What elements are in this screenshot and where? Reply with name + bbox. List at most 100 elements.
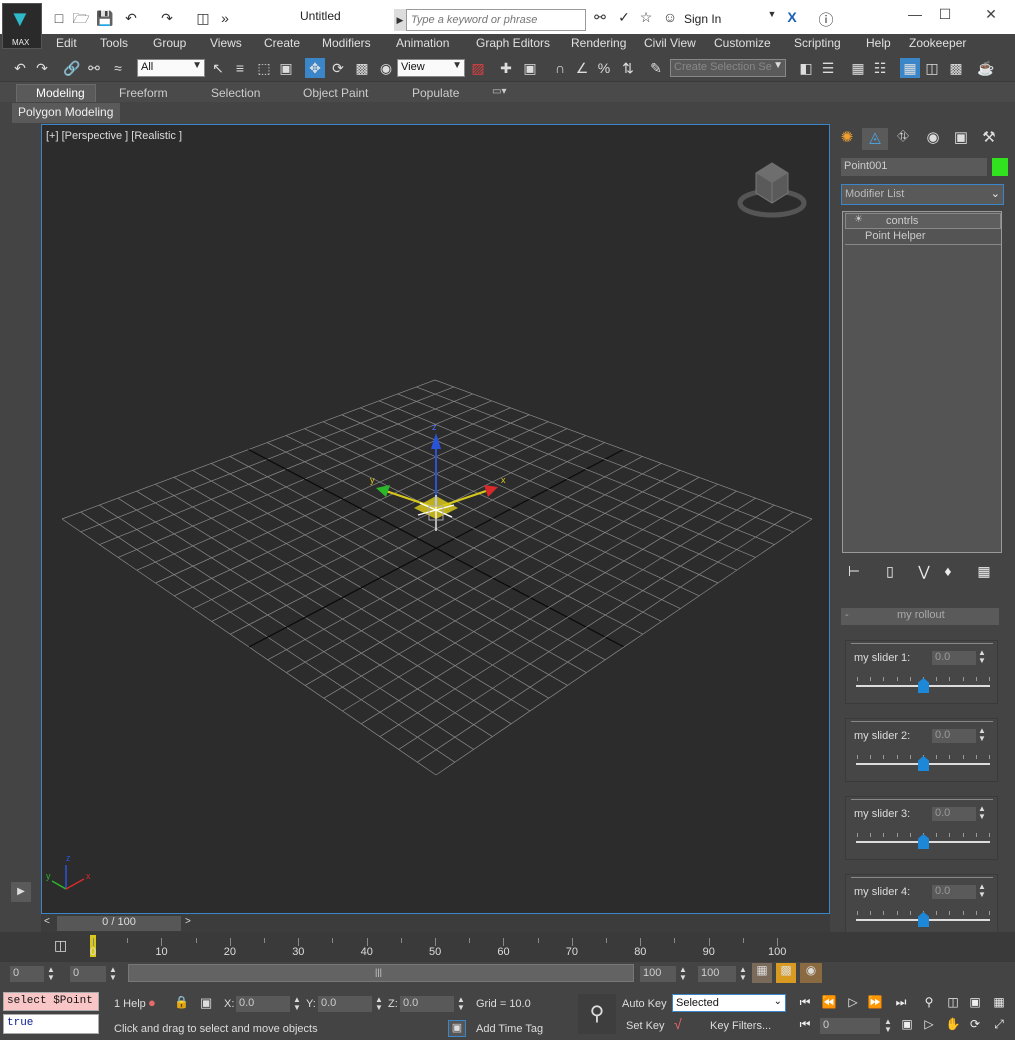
save-file-icon[interactable]: 💾 [96, 9, 114, 27]
spinner-arrows-icon[interactable]: ▲ ▼ [47, 966, 55, 982]
spinner-arrows-icon[interactable]: ▲ ▼ [978, 805, 986, 821]
key-mode-dropdown[interactable]: Selected ⌄ [672, 994, 786, 1012]
more-icon[interactable]: » [216, 9, 234, 27]
select-by-name-icon[interactable]: ≡ [230, 58, 250, 78]
schematic-view-icon[interactable]: ◫ [922, 58, 942, 78]
curve-editor-icon[interactable]: ▦ [900, 58, 920, 78]
help-icon[interactable]: ⓘ [816, 9, 836, 30]
current-frame-field[interactable]: 0 [820, 1018, 880, 1034]
project-folder-icon[interactable]: ◫ [194, 9, 212, 27]
polygon-modeling-panel[interactable]: Polygon Modeling [12, 103, 120, 123]
spinner-arrows-icon[interactable]: ▲ ▼ [978, 727, 986, 743]
new-scene-icon[interactable]: □ [50, 9, 68, 27]
object-color-swatch[interactable] [992, 158, 1008, 176]
selection-lock-icon[interactable]: 🔒 [174, 995, 189, 1009]
tab-object-paint[interactable]: Object Paint [303, 86, 368, 100]
spinner-arrows-icon[interactable]: ▲ ▼ [679, 966, 687, 982]
keyboard-shortcut-icon[interactable]: ▣ [520, 58, 540, 78]
align-icon[interactable]: ☰ [818, 58, 838, 78]
search-expand-icon[interactable]: ▶ [394, 9, 406, 31]
redo-icon[interactable]: ↷ [32, 58, 52, 78]
move-gizmo[interactable]: z y x [362, 405, 512, 555]
slider-thumb[interactable] [918, 912, 929, 927]
menu-graph-editors[interactable]: Graph Editors [476, 36, 550, 50]
maximize-button[interactable]: ☐ [930, 6, 960, 23]
key-mode-toggle-icon[interactable]: ⏮ [796, 1017, 814, 1032]
app-logo-button[interactable]: ▼ MAX [2, 3, 42, 49]
frame-field-start[interactable]: 0 [10, 966, 44, 982]
make-unique-icon[interactable]: ⋁ [914, 563, 934, 580]
play-icon[interactable]: ▷ [844, 995, 862, 1009]
placement-icon[interactable]: ◉ [376, 58, 396, 78]
undo-icon[interactable]: ↶ [10, 58, 30, 78]
populate-icon[interactable]: ◉ [800, 963, 822, 983]
x-coordinate-field[interactable]: 0.0 [236, 996, 290, 1012]
utilities-panel-icon[interactable]: ⚒ [976, 128, 1002, 150]
prev-key-icon[interactable]: ⏪ [820, 995, 838, 1009]
menu-civil-view[interactable]: Civil View [644, 36, 696, 50]
tab-modeling[interactable]: Modeling [36, 86, 85, 100]
pin-stack-icon[interactable]: ⊢ [844, 563, 864, 580]
time-configuration-icon[interactable]: ▣ [898, 1017, 916, 1031]
scene-explorer-icon[interactable]: ▦ [848, 58, 868, 78]
hierarchy-panel-icon[interactable]: ⛗ [890, 128, 916, 150]
rect-selection-icon[interactable]: ⬚ [254, 58, 274, 78]
spinner-snap-icon[interactable]: ⇅ [618, 58, 638, 78]
time-slider-bar[interactable]: < 0 / 100 > [41, 914, 830, 932]
lightbulb-icon[interactable]: ☀ [854, 214, 863, 225]
next-key-icon[interactable]: ⏩ [866, 995, 884, 1009]
absolute-mode-icon[interactable]: ▣ [200, 995, 212, 1011]
menu-scripting[interactable]: Scripting [794, 36, 841, 50]
gizmo-x-arrow-icon[interactable] [484, 485, 498, 497]
zoom-extents-all-icon[interactable]: ▦ [990, 995, 1008, 1009]
zoom-all-icon[interactable]: ◫ [944, 995, 962, 1009]
search-input[interactable] [406, 9, 586, 31]
field-of-view-icon[interactable]: ▷ [920, 1017, 938, 1031]
modifier-list-dropdown[interactable]: Modifier List ⌄ [841, 184, 1004, 205]
spinner-arrows-icon[interactable]: ▲ ▼ [978, 883, 986, 899]
gizmo-y-arrow-icon[interactable] [376, 485, 390, 497]
frame-field-length[interactable]: 100 [698, 966, 736, 982]
selection-filter-dropdown[interactable]: All ▼ [137, 59, 205, 77]
maxscript-listener-output[interactable]: true [3, 1014, 99, 1034]
pivot-center-icon[interactable]: ▨ [468, 58, 488, 78]
menu-tools[interactable]: Tools [100, 36, 128, 50]
menu-views[interactable]: Views [210, 36, 242, 50]
frame-field-offset[interactable]: 0 [70, 966, 106, 982]
menu-customize[interactable]: Customize [714, 36, 771, 50]
slider-value-field[interactable]: 0.0 [932, 885, 976, 899]
zoom-icon[interactable]: ⚲ [920, 995, 938, 1009]
slider-value-field[interactable]: 0.0 [932, 729, 976, 743]
add-time-tag-link[interactable]: Add Time Tag [476, 1023, 543, 1035]
slider-thumb[interactable] [918, 834, 929, 849]
menu-edit[interactable]: Edit [56, 36, 77, 50]
motion-panel-icon[interactable]: ◉ [920, 128, 946, 150]
frame-field-end[interactable]: 100 [640, 966, 676, 982]
subscription-icon[interactable]: ✓ [614, 9, 634, 26]
redo-icon[interactable]: ↷ [158, 9, 176, 27]
slider-value-field[interactable]: 0.0 [932, 651, 976, 665]
gizmo-y-axis[interactable] [385, 490, 437, 509]
named-selection-set-dropdown[interactable]: Create Selection Se ▼ [670, 59, 786, 77]
prev-frame-icon[interactable]: < [44, 916, 50, 927]
spinner-arrows-icon[interactable]: ▲ ▼ [739, 966, 747, 982]
reference-coordinate-dropdown[interactable]: View ▼ [397, 59, 465, 77]
perspective-viewport[interactable]: [+] [Perspective ] [Realistic ] z y x z … [41, 124, 830, 914]
spinner-arrows-icon[interactable]: ▲ ▼ [884, 1018, 892, 1034]
modify-panel-icon[interactable]: ◬ [862, 128, 888, 150]
chevron-down-icon[interactable]: ▼ [762, 9, 782, 19]
stack-item-point-helper[interactable]: Point Helper [845, 229, 1001, 245]
gizmo-x-axis[interactable] [435, 490, 487, 509]
tab-populate[interactable]: Populate [412, 86, 459, 100]
ribbon-options-icon[interactable]: ▭▾ [492, 86, 506, 97]
time-slider-thumb[interactable]: 0 / 100 [57, 916, 181, 931]
goto-end-icon[interactable]: ⏭ [892, 995, 910, 1010]
auto-key-button[interactable]: Auto Key [622, 998, 667, 1010]
layer-explorer-icon[interactable]: ☷ [870, 58, 890, 78]
scale-icon[interactable]: ▩ [352, 58, 372, 78]
menu-modifiers[interactable]: Modifiers [322, 36, 371, 50]
menu-help[interactable]: Help [866, 36, 891, 50]
render-setup-icon[interactable]: ☕ [976, 58, 996, 78]
spinner-arrows-icon[interactable]: ▲ ▼ [457, 996, 465, 1012]
angle-snap-icon[interactable]: ∠ [572, 58, 592, 78]
